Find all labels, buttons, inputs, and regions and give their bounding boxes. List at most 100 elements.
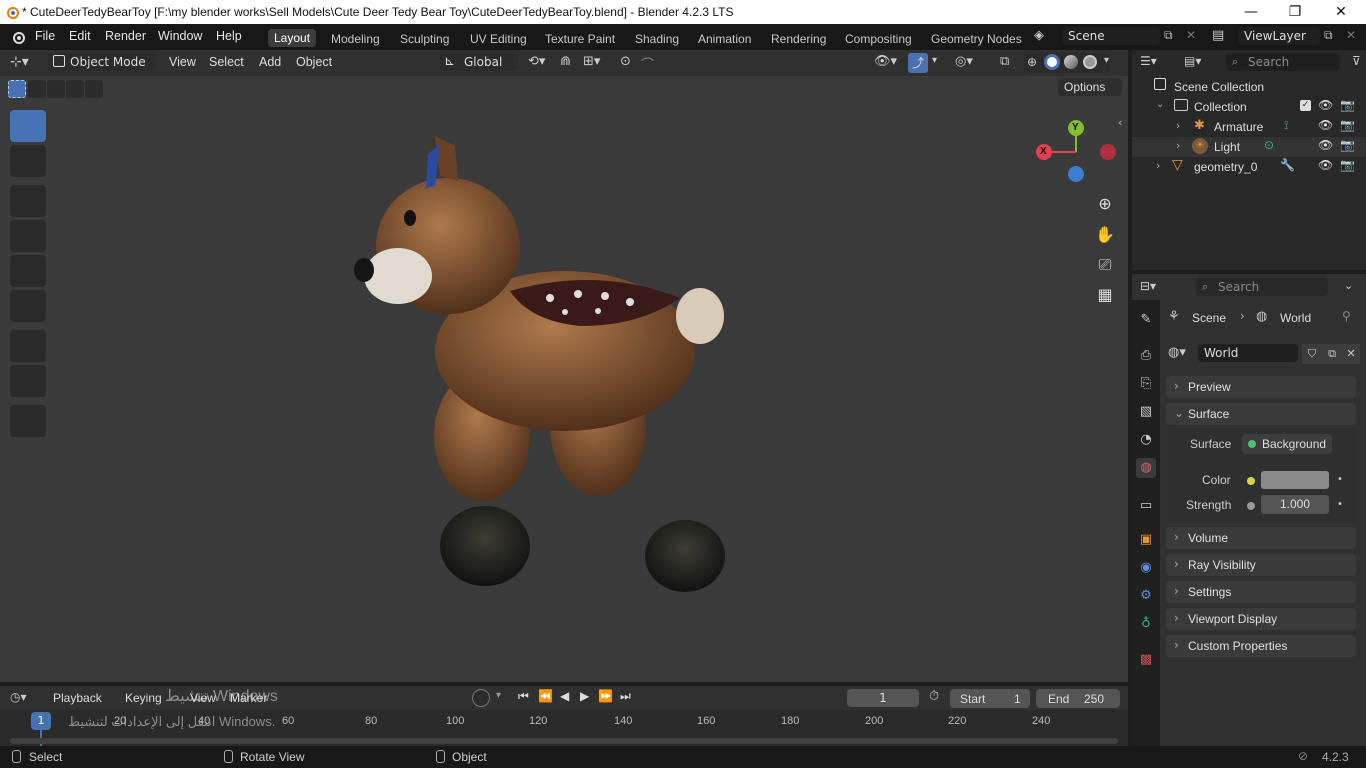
ray-visibility-panel-header[interactable]: › Ray Visibility	[1166, 554, 1356, 576]
gizmo-toggle-icon[interactable]: ⤴	[908, 53, 928, 73]
editor-type-icon[interactable]: ⊹▾	[10, 54, 29, 70]
end-frame-field[interactable]: End 250	[1036, 689, 1120, 708]
render-tab-icon[interactable]: ⎙	[1136, 346, 1156, 366]
keyframe-dot-icon[interactable]: •	[1337, 499, 1343, 510]
camera-render-icon[interactable]: 📷	[1340, 118, 1355, 132]
outliner-search[interactable]: Search	[1226, 53, 1340, 71]
menu-edit[interactable]: Edit	[69, 29, 91, 43]
solid-shading-icon[interactable]	[1044, 54, 1060, 70]
outliner-row-light[interactable]: › ☀ Light ⊙ 👁 📷	[1132, 137, 1366, 157]
expand-arrow-icon[interactable]: ›	[1156, 159, 1160, 172]
tab-compositing[interactable]: Compositing	[845, 32, 912, 46]
add-cube-tool-icon[interactable]	[10, 405, 46, 437]
tool-tab-icon[interactable]: ✎	[1136, 310, 1156, 330]
close-button[interactable]: ✕	[1318, 2, 1364, 22]
surface-panel-header[interactable]: ⌄ Surface	[1166, 403, 1356, 425]
volume-panel-header[interactable]: › Volume	[1166, 527, 1356, 549]
select-box-tool-icon[interactable]	[10, 110, 46, 142]
camera-render-icon[interactable]: 📷	[1340, 98, 1355, 112]
auto-keying-icon[interactable]	[472, 689, 490, 707]
select-extend-icon[interactable]	[28, 80, 46, 98]
output-tab-icon[interactable]: ⎘	[1136, 374, 1156, 394]
stopwatch-icon[interactable]: ⏱	[929, 689, 939, 704]
scale-tool-icon[interactable]	[10, 255, 46, 287]
wireframe-shading-icon[interactable]: ⊕	[1027, 55, 1037, 69]
color-swatch[interactable]	[1261, 471, 1329, 489]
overlay-icon[interactable]: ◎▾	[955, 54, 973, 69]
properties-editor-icon[interactable]: ⊟▾	[1140, 279, 1156, 293]
keying-dropdown-icon[interactable]: ▾	[496, 690, 501, 701]
play-icon[interactable]: ▶	[580, 689, 589, 703]
measure-tool-icon[interactable]	[10, 365, 46, 397]
outliner-row-geometry[interactable]: › ▽ geometry_0 🔧 👁 📷	[1132, 157, 1366, 177]
viewport-menu-add[interactable]: Add	[259, 55, 281, 69]
viewport-menu-view[interactable]: View	[169, 55, 196, 69]
filter-icon[interactable]: ⊽	[1352, 54, 1361, 68]
xray-icon[interactable]: ⧉	[1000, 54, 1009, 69]
pin-icon[interactable]: ⚲	[1342, 309, 1351, 323]
expand-arrow-icon[interactable]: ›	[1176, 139, 1180, 152]
new-viewlayer-icon[interactable]: ⧉	[1324, 28, 1333, 43]
properties-search[interactable]: Search	[1196, 278, 1328, 296]
tab-shading[interactable]: Shading	[635, 32, 679, 46]
sidebar-toggle-icon[interactable]: ‹	[1118, 116, 1122, 129]
viewlayer-icon[interactable]: ▤	[1212, 28, 1224, 43]
exclude-checkbox[interactable]: ✓	[1300, 100, 1311, 111]
new-scene-icon[interactable]: ⧉	[1164, 28, 1173, 43]
tab-modeling[interactable]: Modeling	[331, 32, 380, 46]
menu-window[interactable]: Window	[158, 29, 202, 43]
outliner-row-collection[interactable]: ⌄ Collection ✓ 👁 📷	[1132, 97, 1366, 117]
menu-render[interactable]: Render	[105, 29, 146, 43]
properties-options-icon[interactable]: ⌄	[1344, 279, 1353, 292]
gizmo-z-axis[interactable]	[1068, 166, 1084, 182]
select-subtract-icon[interactable]	[47, 80, 65, 98]
timeline-menu-playback[interactable]: Playback	[53, 691, 102, 705]
shading-dropdown-icon[interactable]: ▾	[1104, 55, 1109, 66]
tab-geometry-nodes[interactable]: Geometry Nodes	[931, 32, 1022, 46]
annotate-tool-icon[interactable]	[10, 330, 46, 362]
timeline-scrollbar[interactable]	[10, 738, 1118, 744]
timeline-area[interactable]: 1 20 40 60 80 100 120 140 160 180 200 22…	[0, 688, 1128, 746]
viewport-display-panel-header[interactable]: › Viewport Display	[1166, 608, 1356, 630]
tab-rendering[interactable]: Rendering	[771, 32, 826, 46]
minimize-button[interactable]: —	[1228, 2, 1274, 22]
pan-hand-icon[interactable]: ✋	[1091, 221, 1119, 249]
tab-animation[interactable]: Animation	[698, 32, 751, 46]
breadcrumb-world[interactable]: World	[1280, 311, 1311, 325]
outliner-editor-icon[interactable]: ☰▾	[1140, 54, 1157, 68]
breadcrumb-scene[interactable]: Scene	[1192, 311, 1226, 325]
expand-arrow-icon[interactable]: ›	[1176, 119, 1180, 132]
camera-view-icon[interactable]: ⎚	[1091, 251, 1119, 279]
surface-shader-button[interactable]: Background	[1242, 434, 1332, 454]
preview-panel-header[interactable]: › Preview	[1166, 376, 1356, 398]
collection-tab-icon[interactable]: ▭	[1136, 496, 1156, 516]
settings-panel-header[interactable]: › Settings	[1166, 581, 1356, 603]
maximize-button[interactable]: ❐	[1272, 2, 1318, 22]
select-invert-icon[interactable]	[66, 80, 84, 98]
strength-field[interactable]: 1.000	[1261, 495, 1329, 514]
unlink-world-icon[interactable]: ✕	[1342, 344, 1360, 364]
start-frame-field[interactable]: Start 1	[950, 689, 1030, 708]
world-name-field[interactable]: World	[1198, 344, 1298, 362]
playhead-frame-label[interactable]: 1	[31, 712, 51, 730]
tab-layout[interactable]: Layout	[268, 29, 317, 47]
viewlayer-field[interactable]: ViewLayer	[1238, 27, 1320, 45]
jump-end-icon[interactable]: ⏭	[620, 689, 631, 704]
options-dropdown[interactable]: Options	[1058, 78, 1122, 96]
prev-keyframe-icon[interactable]: ⏪	[538, 689, 553, 703]
object-tab-icon[interactable]: ▣	[1136, 530, 1156, 550]
select-new-icon[interactable]	[8, 80, 26, 98]
transform-tool-icon[interactable]	[10, 290, 46, 322]
delete-scene-icon[interactable]: ✕	[1186, 28, 1196, 42]
display-mode-icon[interactable]: ▤▾	[1184, 54, 1201, 68]
viewport-menu-select[interactable]: Select	[209, 55, 244, 69]
current-frame-field[interactable]: 1	[847, 689, 919, 707]
gizmo-neg-x-axis[interactable]	[1100, 144, 1116, 160]
deer-model[interactable]	[340, 126, 740, 636]
custom-properties-panel-header[interactable]: › Custom Properties	[1166, 635, 1356, 657]
snap-icon[interactable]: ⋒	[560, 54, 571, 69]
tab-uv-editing[interactable]: UV Editing	[470, 32, 527, 46]
data-tab-icon[interactable]: ♁	[1136, 614, 1156, 634]
zoom-icon[interactable]: ⊕	[1091, 190, 1119, 218]
outliner-row-armature[interactable]: › ✱ Armature ⟟ 👁 📷	[1132, 117, 1366, 137]
